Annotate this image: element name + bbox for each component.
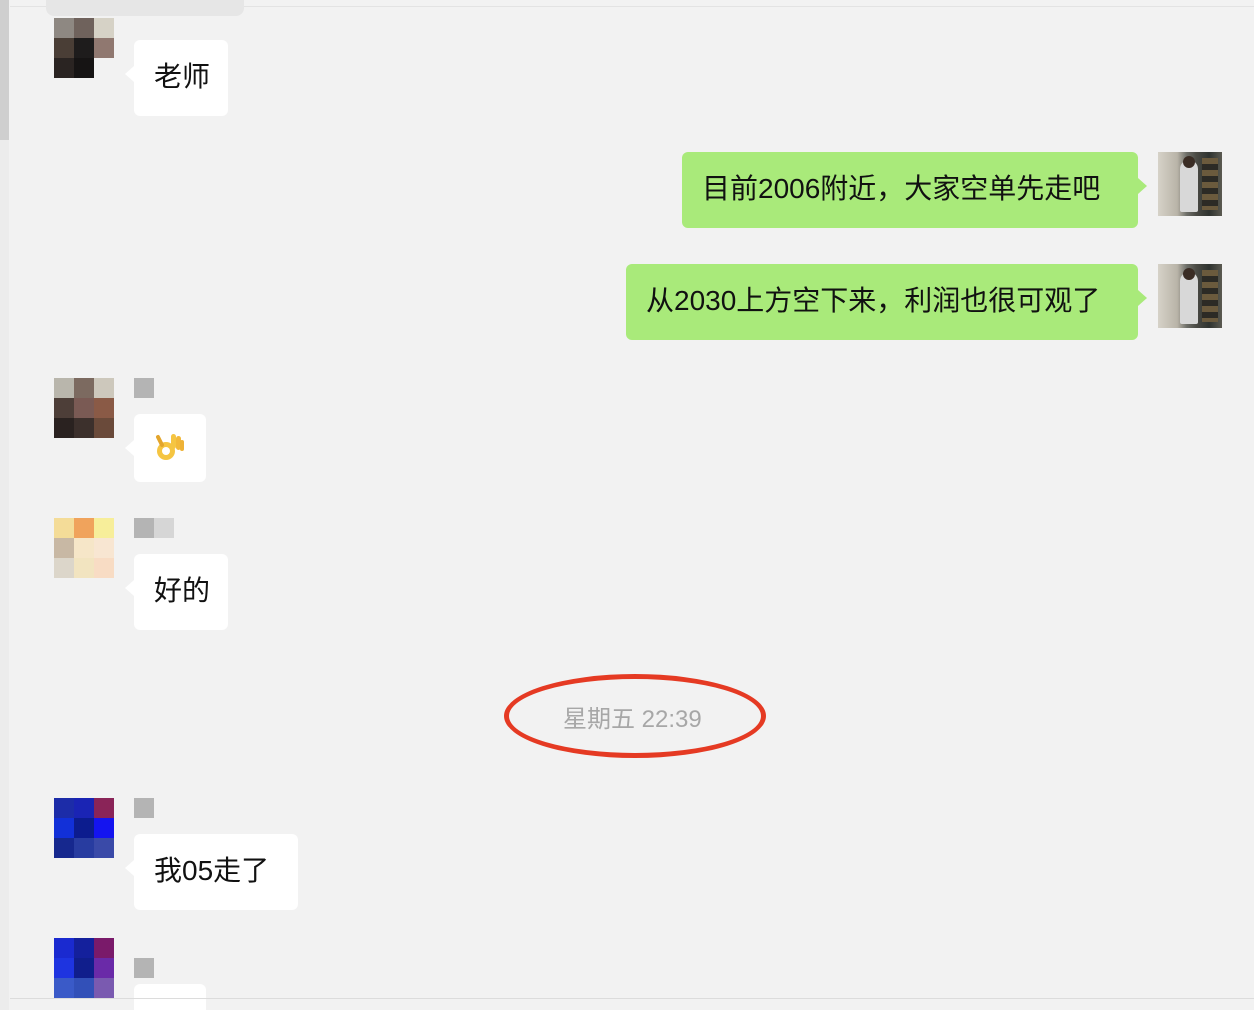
sender-name-redacted [134, 378, 154, 398]
sender-name-redacted [134, 518, 174, 538]
sender-avatar[interactable] [54, 378, 114, 438]
message-bubble-incoming[interactable]: 老师 [125, 40, 228, 116]
self-avatar[interactable] [1158, 152, 1222, 216]
sender-avatar[interactable] [54, 938, 114, 998]
message-bubble-outgoing[interactable]: 目前2006附近，大家空单先走吧 [682, 152, 1147, 228]
message-bubble-incoming[interactable] [125, 414, 206, 482]
message-text: 目前2006附近，大家空单先走吧 [702, 173, 1101, 204]
message-bubble-incoming[interactable]: 我05走了 [125, 834, 298, 910]
top-bar-remnant [46, 0, 244, 16]
scrollbar-thumb[interactable] [0, 0, 9, 140]
message-bubble-incoming[interactable]: 好的 [125, 554, 228, 630]
timestamp: 星期五 22:39 [563, 706, 702, 733]
bottom-divider [10, 998, 1254, 999]
sender-avatar[interactable] [54, 18, 114, 78]
message-text: 老师 [154, 61, 211, 92]
self-avatar[interactable] [1158, 264, 1222, 328]
scrollbar[interactable] [0, 0, 9, 1010]
ok-hand-icon [156, 434, 184, 460]
sender-name-redacted [134, 798, 154, 818]
message-text: 我05走了 [154, 855, 270, 886]
message-text: 从2030上方空下来，利润也很可观了 [646, 285, 1101, 316]
message-bubble-incoming[interactable] [134, 984, 206, 1010]
sender-avatar[interactable] [54, 518, 114, 578]
message-text: 好的 [154, 575, 211, 606]
message-bubble-outgoing[interactable]: 从2030上方空下来，利润也很可观了 [626, 264, 1147, 340]
sender-name-redacted [134, 958, 154, 978]
chat-history[interactable]: 老师 目前2006附近，大家空单先走吧 从2030上方空下来，利润也很可观了 好… [0, 0, 1254, 1010]
sender-avatar[interactable] [54, 798, 114, 858]
